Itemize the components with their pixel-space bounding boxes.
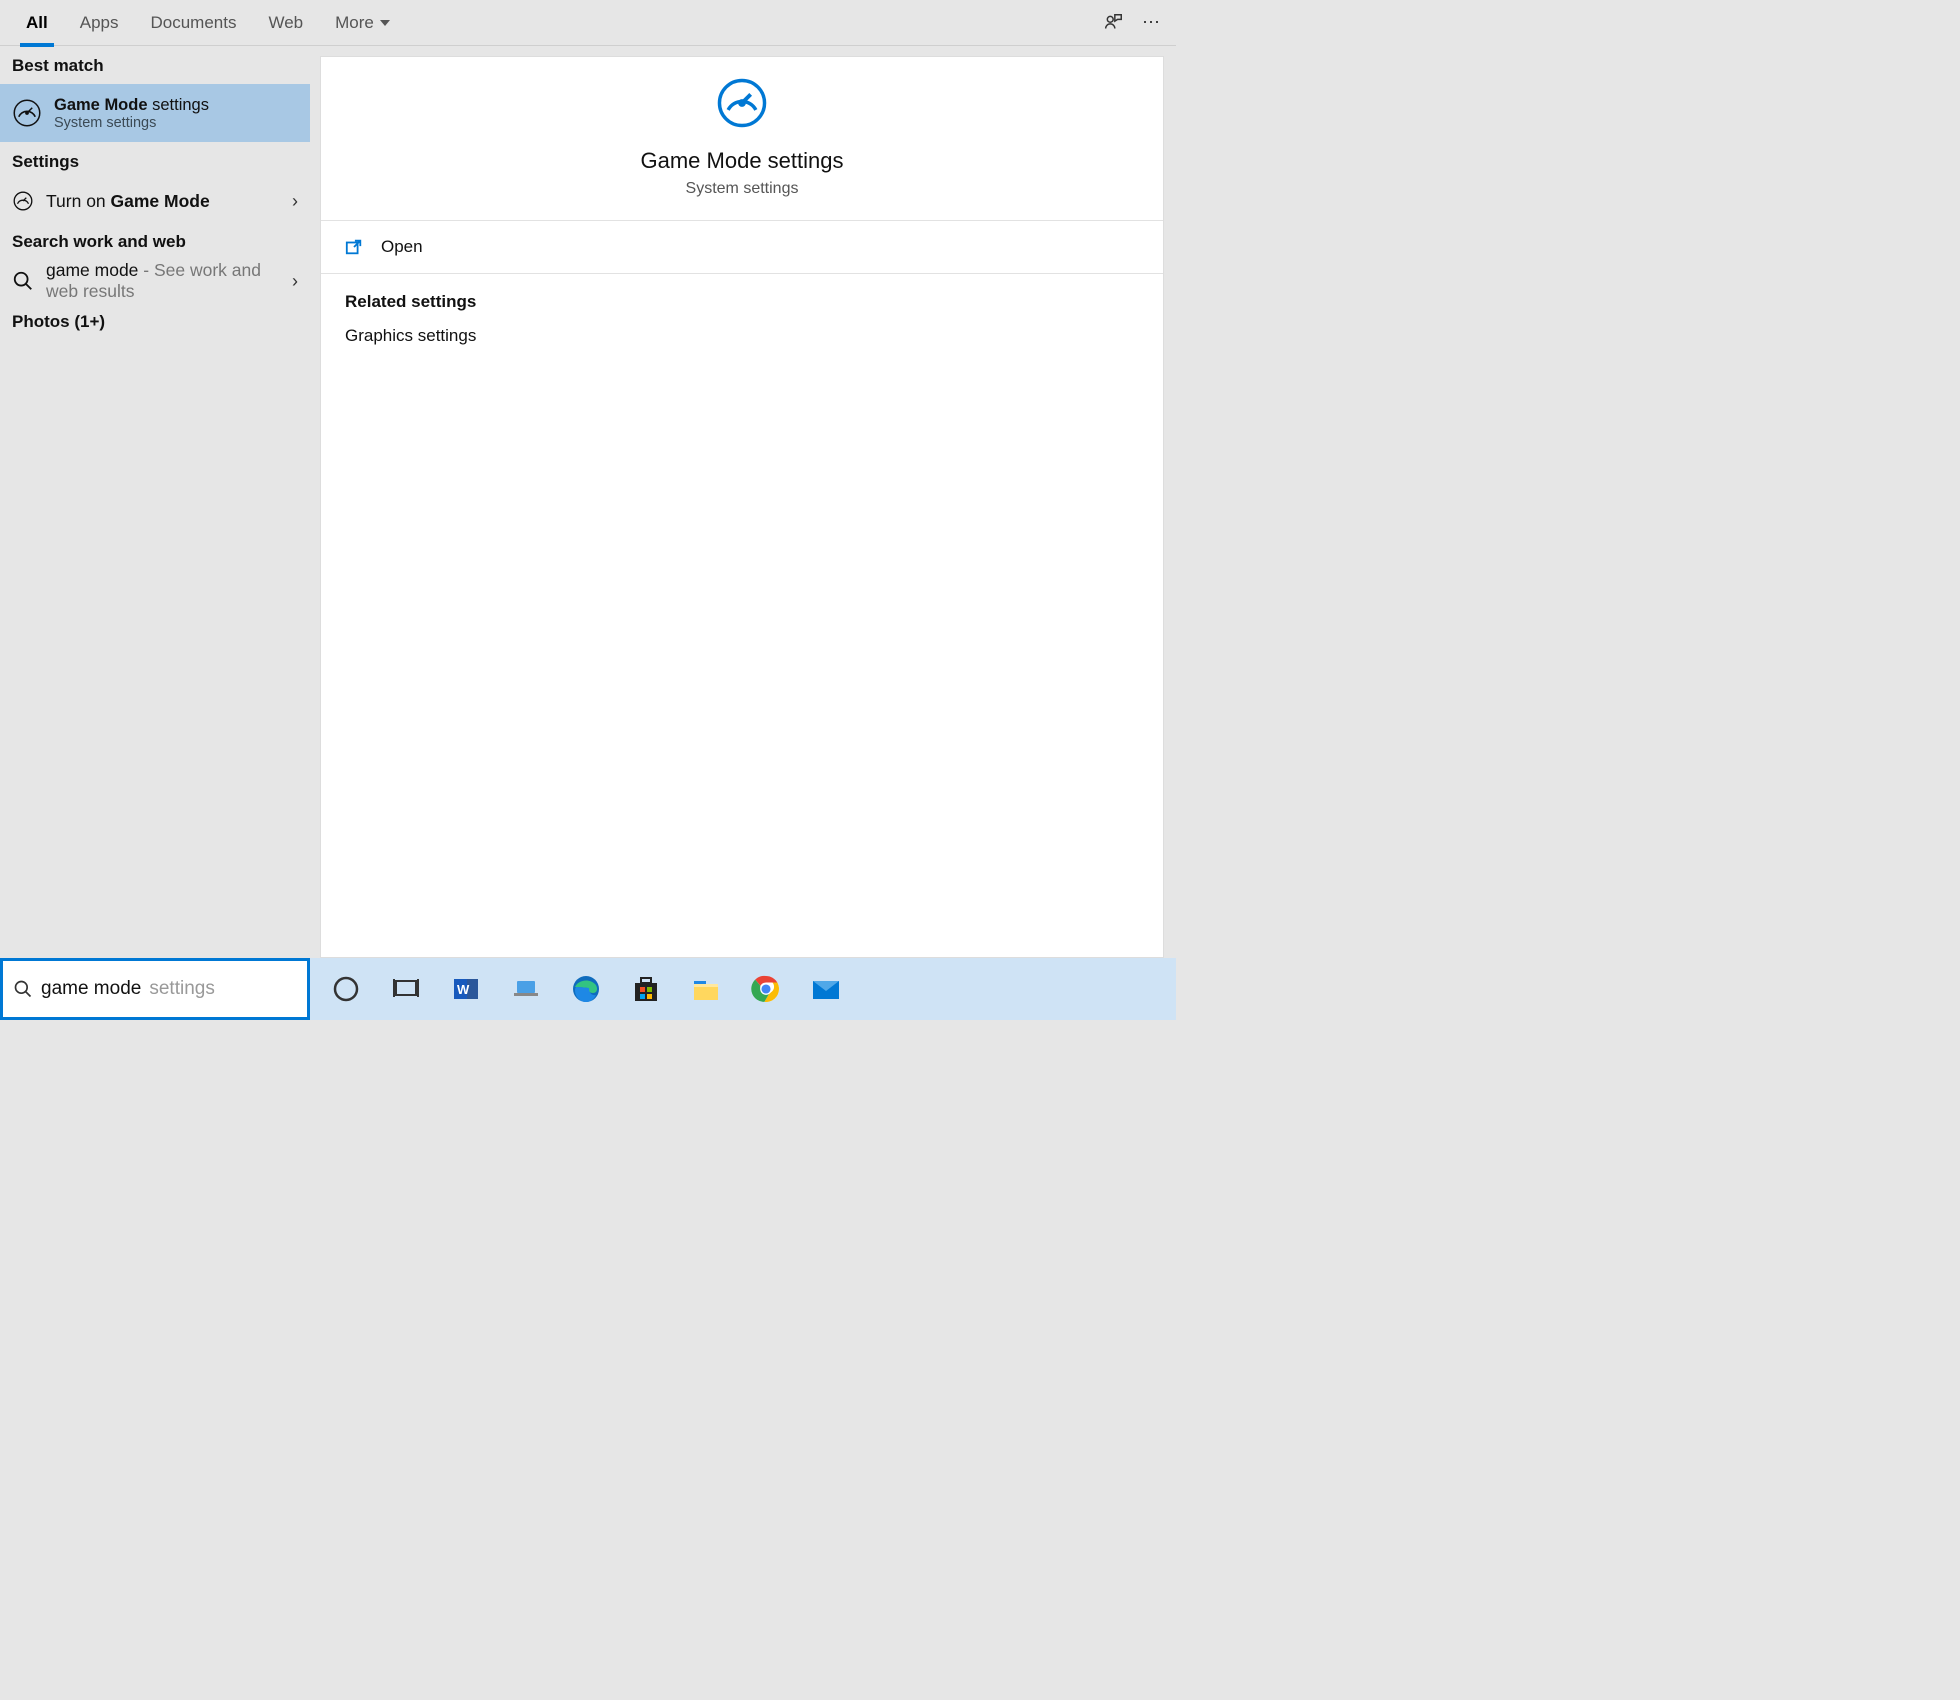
related-link-graphics[interactable]: Graphics settings bbox=[345, 326, 1139, 346]
chevron-right-icon: › bbox=[292, 191, 298, 212]
settings-item-game-mode[interactable]: Turn on Game Mode › bbox=[0, 180, 310, 222]
search-tabs: All Apps Documents Web More ⋯ bbox=[0, 0, 1176, 46]
related-link-text: Graphics settings bbox=[345, 326, 476, 345]
search-suggestion: settings bbox=[149, 978, 214, 1000]
best-match-title-bold: Game Mode bbox=[54, 96, 148, 114]
web-search-item[interactable]: game mode - See work and web results › bbox=[0, 260, 310, 302]
tab-all[interactable]: All bbox=[10, 0, 64, 46]
tab-web[interactable]: Web bbox=[252, 0, 319, 46]
best-match-title-rest: settings bbox=[148, 96, 209, 114]
preview-header: Game Mode settings System settings bbox=[321, 57, 1163, 221]
preview-title: Game Mode settings bbox=[321, 148, 1163, 174]
results-column: Best match Game Mode settings System set… bbox=[0, 46, 310, 958]
related-settings-label: Related settings bbox=[345, 292, 1139, 312]
preview-card: Game Mode settings System settings Open … bbox=[320, 56, 1164, 958]
bottom-bar: game mode settings W bbox=[0, 958, 1176, 1020]
chevron-down-icon bbox=[380, 20, 390, 26]
store-icon[interactable] bbox=[630, 973, 662, 1005]
section-settings: Settings bbox=[0, 142, 310, 180]
topbar-actions: ⋯ bbox=[1102, 12, 1176, 34]
laptop-icon[interactable] bbox=[510, 973, 542, 1005]
best-match-text: Game Mode settings System settings bbox=[54, 96, 209, 131]
gauge-icon bbox=[12, 98, 42, 128]
mail-icon[interactable] bbox=[810, 973, 842, 1005]
taskbar: W bbox=[310, 958, 1176, 1020]
search-icon bbox=[13, 979, 33, 999]
word-icon[interactable]: W bbox=[450, 973, 482, 1005]
section-search-web: Search work and web bbox=[0, 222, 310, 260]
tab-documents[interactable]: Documents bbox=[134, 0, 252, 46]
section-photos: Photos (1+) bbox=[0, 302, 310, 340]
chrome-icon[interactable] bbox=[750, 973, 782, 1005]
gauge-icon bbox=[12, 190, 34, 212]
search-body: Best match Game Mode settings System set… bbox=[0, 46, 1176, 958]
gauge-icon bbox=[716, 77, 768, 129]
preview-open-action[interactable]: Open bbox=[321, 221, 1163, 274]
open-icon bbox=[345, 238, 363, 256]
best-match-item[interactable]: Game Mode settings System settings bbox=[0, 84, 310, 142]
svg-text:W: W bbox=[457, 982, 470, 997]
explorer-icon[interactable] bbox=[690, 973, 722, 1005]
preview-column: Game Mode settings System settings Open … bbox=[310, 46, 1176, 958]
search-typed: game mode bbox=[41, 978, 141, 1000]
tab-label: All bbox=[26, 13, 48, 33]
feedback-icon[interactable] bbox=[1102, 12, 1124, 34]
task-view-icon[interactable] bbox=[390, 973, 422, 1005]
tab-label: Apps bbox=[80, 13, 119, 33]
tab-label: More bbox=[335, 13, 374, 33]
settings-prefix: Turn on bbox=[46, 191, 111, 211]
tab-label: Documents bbox=[150, 13, 236, 33]
preview-subtitle: System settings bbox=[321, 180, 1163, 198]
best-match-subtitle: System settings bbox=[54, 115, 209, 131]
open-label: Open bbox=[381, 237, 423, 257]
preview-body: Related settings Graphics settings bbox=[321, 274, 1163, 364]
search-input[interactable]: game mode settings bbox=[0, 958, 310, 1020]
settings-bold: Game Mode bbox=[111, 191, 210, 211]
web-query: game mode bbox=[46, 260, 138, 280]
search-icon bbox=[12, 270, 34, 292]
cortana-icon[interactable] bbox=[330, 973, 362, 1005]
chevron-right-icon: › bbox=[292, 271, 298, 292]
tab-more[interactable]: More bbox=[319, 0, 406, 46]
edge-icon[interactable] bbox=[570, 973, 602, 1005]
menu-dots-icon[interactable]: ⋯ bbox=[1142, 12, 1162, 33]
tab-apps[interactable]: Apps bbox=[64, 0, 135, 46]
tab-label: Web bbox=[268, 13, 303, 33]
section-best-match: Best match bbox=[0, 46, 310, 84]
